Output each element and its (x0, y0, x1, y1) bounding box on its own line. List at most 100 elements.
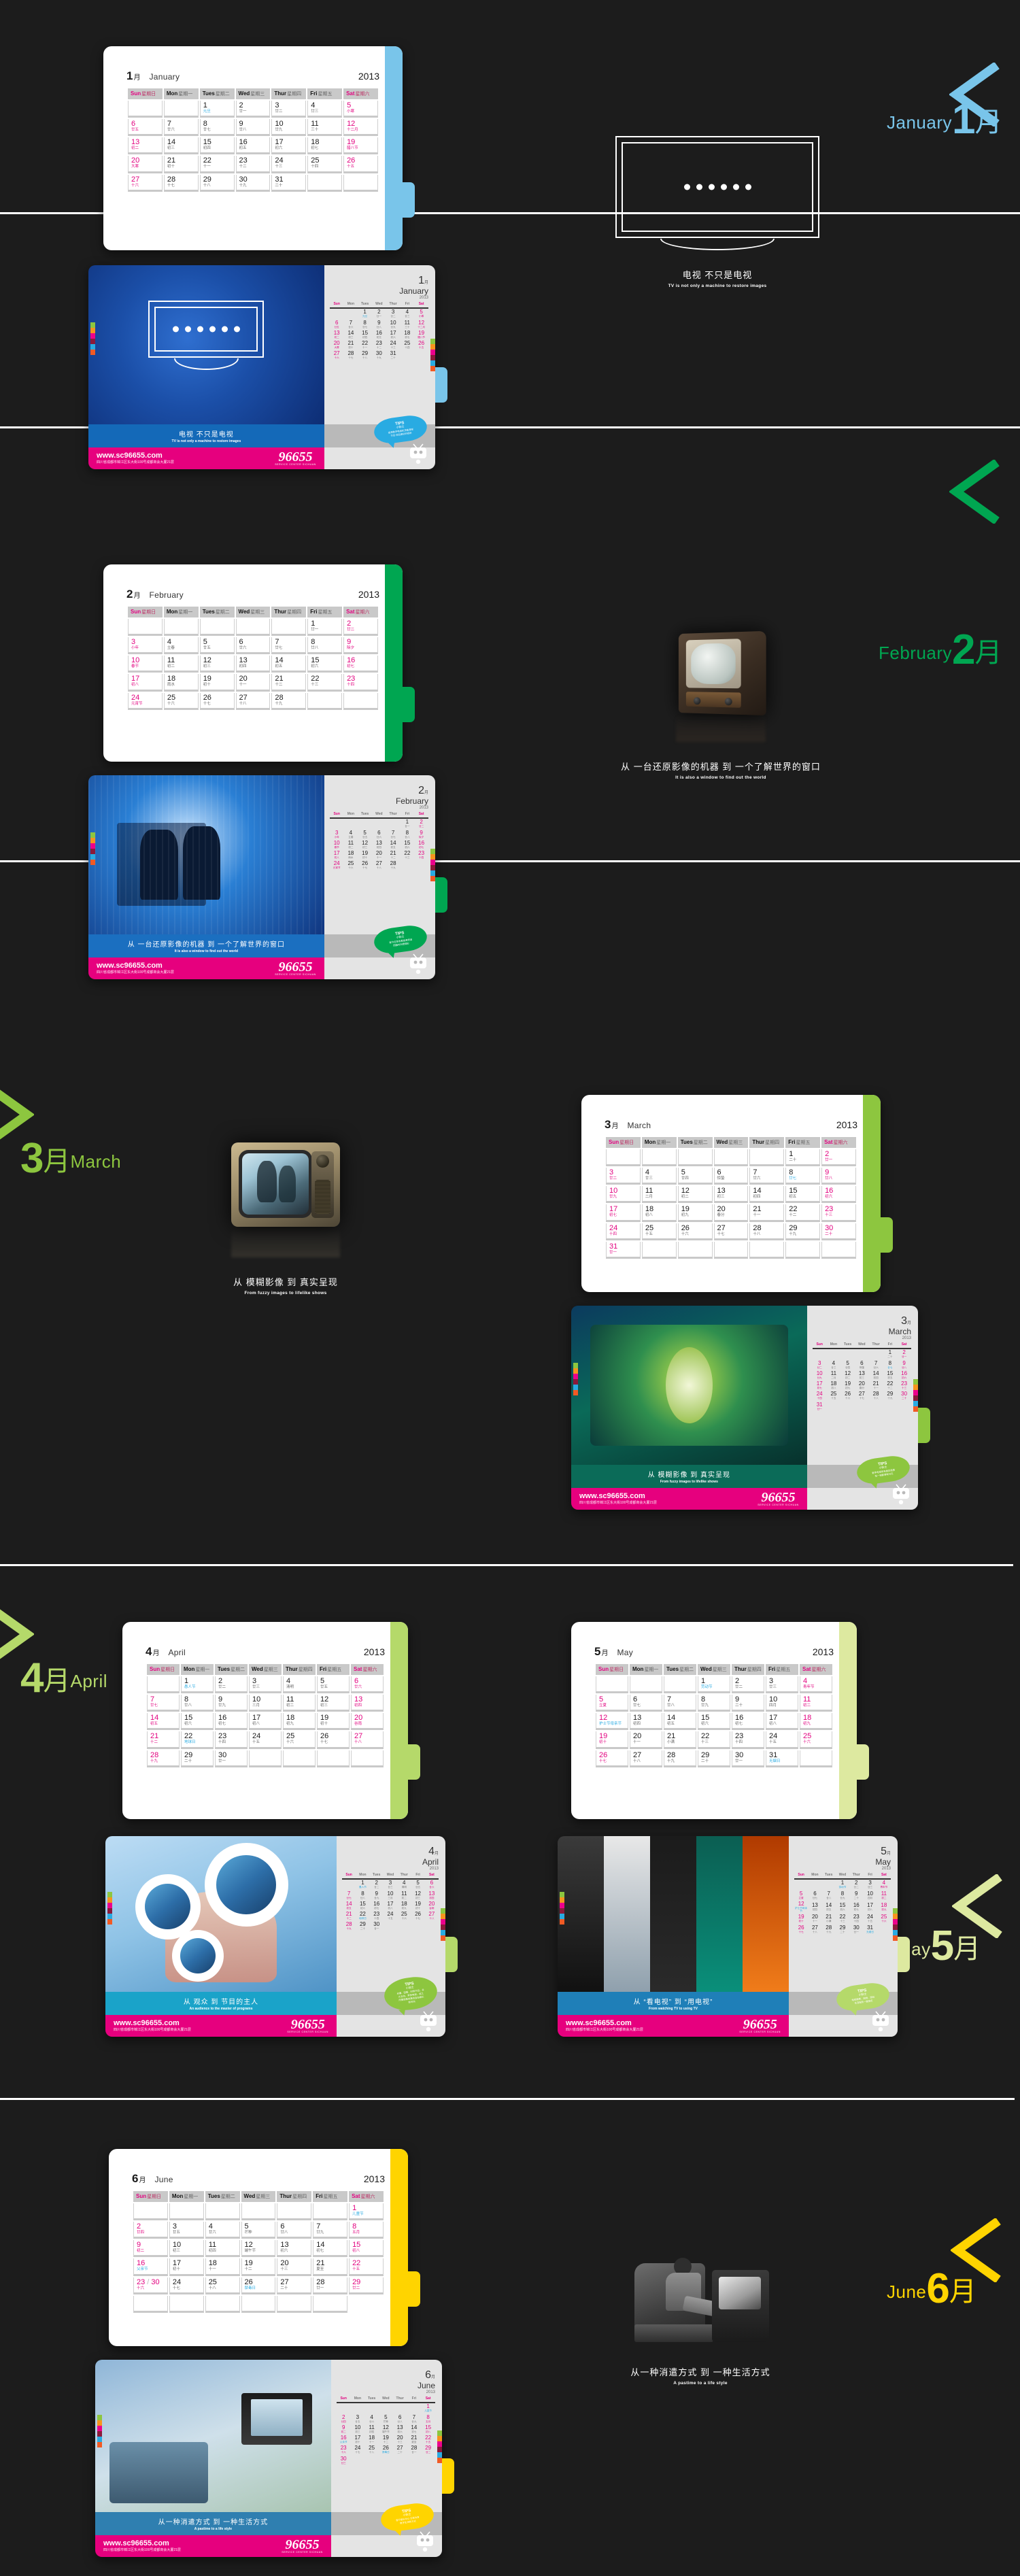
calendar-cell[interactable]: 27 十七 (713, 1223, 749, 1240)
calendar-cell[interactable]: 11 初二 (163, 656, 199, 673)
calendar-cell[interactable]: 8 廿七 (785, 1168, 821, 1185)
calendar-cell[interactable]: 23 十四 (343, 674, 378, 692)
calendar-cell[interactable]: 29 十八 (199, 174, 235, 192)
calendar-cell[interactable]: 7 廿七 (147, 1695, 180, 1712)
calendar-cell[interactable]: 20 十一 (630, 1731, 662, 1749)
calendar-cell[interactable]: 1 儿童节 (349, 2203, 384, 2221)
card-tab-knob[interactable] (855, 1744, 869, 1780)
photo-card-march[interactable]: 从 模糊影像 到 真实呈现 From fuzzy images to lifeli… (571, 1306, 930, 1510)
calendar-cell[interactable]: 2 廿二 (215, 1676, 248, 1694)
card-tab-knob[interactable] (879, 1217, 893, 1253)
calendar-cell[interactable]: 1 元旦 (199, 101, 235, 118)
calendar-cell[interactable]: 9 初二 (133, 2240, 168, 2258)
calendar-cell[interactable]: 16 初五 (235, 137, 271, 155)
calendar-cell[interactable]: 28 十八 (749, 1223, 785, 1240)
calendar-cell[interactable]: 17 初八 (128, 674, 163, 692)
website-url[interactable]: www.sc96655.com (97, 962, 174, 970)
calendar-cell[interactable]: 2 廿二 (343, 619, 378, 637)
calendar-cell[interactable]: 5 廿四 (677, 1168, 713, 1185)
calendar-cell[interactable]: 9 除夕 (343, 637, 378, 655)
calendar-cell[interactable]: 21 十二 (147, 1731, 180, 1749)
calendar-cell[interactable]: 31 无烟日 (766, 1750, 798, 1767)
calendar-cell[interactable]: 20 春分 (713, 1204, 749, 1222)
calendar-cell[interactable]: 28 十九 (664, 1750, 696, 1767)
calendar-cell[interactable]: 20 大寒 (128, 156, 163, 173)
card-tab-knob[interactable] (401, 687, 415, 722)
calendar-cell[interactable]: 23 十四 (732, 1731, 764, 1749)
card-tab-knob[interactable] (434, 367, 447, 403)
calendar-cell[interactable]: 27 二十 (277, 2277, 312, 2294)
calendar-cell[interactable]: 13 初四 (235, 656, 271, 673)
calendar-cell[interactable]: 4 廿三 (641, 1168, 677, 1185)
calendar-cell[interactable]: 16 初七 (343, 656, 378, 673)
calendar-cell[interactable]: 5 小寒 (343, 101, 378, 118)
calendar-cell[interactable]: 9 廿八 (235, 119, 271, 137)
calendar-cell[interactable]: 15 初六 (307, 656, 343, 673)
calendar-cell[interactable]: 26 十七 (317, 1731, 350, 1749)
calendar-cell[interactable]: 28 十九 (147, 1750, 180, 1767)
calendar-cell[interactable]: 1 愚人节 (181, 1676, 214, 1694)
calendar-cell[interactable]: 29 二十 (181, 1750, 214, 1767)
calendar-cell[interactable]: 25 十六 (800, 1731, 832, 1749)
website-url[interactable]: www.sc96655.com (103, 2540, 181, 2548)
calendar-cell[interactable]: 6 廿八 (277, 2222, 312, 2239)
calendar-cell[interactable]: 10 初三 (169, 2240, 204, 2258)
calendar-cell[interactable]: 15 初六 (181, 1713, 214, 1731)
calendar-cell[interactable]: 17 初八 (249, 1713, 282, 1731)
calendar-card-march[interactable]: 3 月 March 2013 Sun星期日 Mon星期一 Tues星期二 Wed星期三 Thur… (581, 1095, 893, 1292)
calendar-cell[interactable]: 27 十八 (235, 692, 271, 710)
calendar-cell[interactable]: 26 十七 (199, 692, 235, 710)
calendar-cell[interactable]: 8 廿九 (698, 1695, 730, 1712)
calendar-cell[interactable]: 29 廿二 (349, 2277, 384, 2294)
calendar-cell[interactable]: 19 初十 (199, 674, 235, 692)
calendar-cell[interactable]: 3 廿三 (766, 1676, 798, 1694)
card-tab-knob[interactable] (441, 2458, 454, 2494)
calendar-cell[interactable]: 3 廿三 (249, 1676, 282, 1694)
calendar-cell[interactable]: 15 初六 (698, 1713, 730, 1731)
calendar-cell[interactable]: 10 四月 (766, 1695, 798, 1712)
calendar-cell[interactable]: 22 十三 (698, 1731, 730, 1749)
calendar-cell[interactable]: 30 廿一 (732, 1750, 764, 1767)
calendar-cell[interactable]: 23 十四 (215, 1731, 248, 1749)
calendar-cell[interactable]: 19 初九 (677, 1204, 713, 1222)
calendar-cell[interactable]: 15 初五 (785, 1186, 821, 1204)
card-tab-knob[interactable] (407, 1744, 420, 1780)
calendar-cell[interactable]: 13 初三 (713, 1186, 749, 1204)
card-tab-knob[interactable] (444, 1937, 458, 1972)
calendar-cell[interactable]: 13 初二 (128, 137, 163, 155)
calendar-cell[interactable]: 25 十六 (283, 1731, 316, 1749)
card-tab-knob[interactable] (401, 182, 415, 218)
calendar-cell[interactable]: 3 廿二 (271, 101, 307, 118)
calendar-cell[interactable]: 28 十七 (163, 174, 199, 192)
calendar-cell[interactable]: 1 劳动节 (698, 1676, 730, 1694)
calendar-cell[interactable]: 2 廿一 (821, 1149, 856, 1167)
photo-card-january[interactable]: 电视 不只是电视 TV is not only a machine to rest… (88, 265, 447, 469)
calendar-cell[interactable]: 24 十五 (766, 1731, 798, 1749)
calendar-cell[interactable]: 16 初六 (821, 1186, 856, 1204)
calendar-cell[interactable]: 23 十二 (235, 156, 271, 173)
calendar-cell[interactable]: 28 十九 (271, 692, 307, 710)
calendar-cell[interactable]: 2 廿四 (133, 2222, 168, 2239)
calendar-cell[interactable]: 29 十九 (785, 1223, 821, 1240)
calendar-cell[interactable]: 24 十五 (249, 1731, 282, 1749)
calendar-cell[interactable]: 26 十五 (343, 156, 378, 173)
calendar-cell[interactable]: 12 初二 (677, 1186, 713, 1204)
calendar-cell[interactable]: 21 初十 (163, 156, 199, 173)
calendar-cell[interactable]: 21 十二 (271, 674, 307, 692)
calendar-cell[interactable]: 7 廿六 (749, 1168, 785, 1185)
calendar-cell[interactable]: 20 十一 (235, 674, 271, 692)
calendar-cell[interactable]: 22 十五 (349, 2258, 384, 2276)
calendar-cell[interactable]: 11 初二 (800, 1695, 832, 1712)
website-url[interactable]: www.sc96655.com (579, 1493, 657, 1501)
calendar-cell[interactable]: 25 十八 (205, 2277, 240, 2294)
calendar-cell[interactable]: 20 十三 (277, 2258, 312, 2276)
calendar-cell[interactable]: 25 十四 (307, 156, 343, 173)
calendar-cell[interactable]: 18 初九 (283, 1713, 316, 1731)
calendar-cell[interactable]: 10 三月 (249, 1695, 282, 1712)
calendar-cell[interactable]: 24 十七 (169, 2277, 204, 2294)
photo-card-april[interactable]: 从 观众 到 节目的主人 An audience to the master of… (105, 1836, 458, 2037)
calendar-cell[interactable]: 2 廿二 (732, 1676, 764, 1694)
calendar-cell[interactable]: 18 十一 (205, 2258, 240, 2276)
calendar-cell[interactable]: 6 廿七 (630, 1695, 662, 1712)
calendar-cell[interactable]: 7 廿九 (313, 2222, 348, 2239)
